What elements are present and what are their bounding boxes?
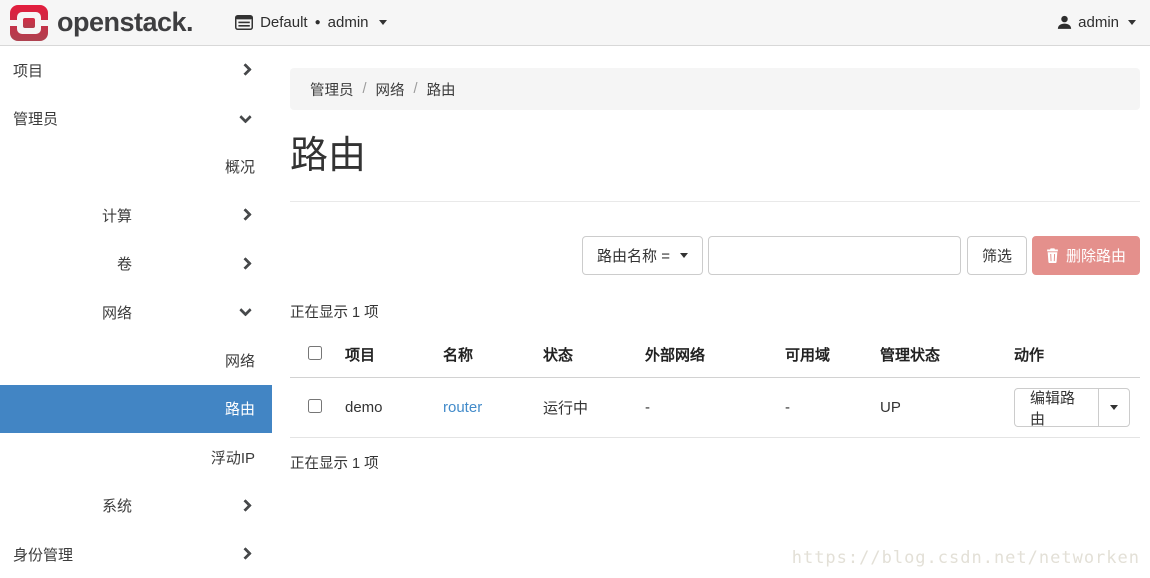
cell-status: 运行中 [533, 378, 635, 438]
column-header-external-network: 外部网络 [635, 332, 775, 378]
table-actions-row: 路由名称 = 筛选 删除路由 [290, 236, 1140, 275]
title-divider [290, 201, 1140, 202]
chevron-right-icon [239, 208, 252, 221]
table-row: demo router 运行中 - - UP 编辑路由 [290, 378, 1140, 438]
sidebar-item-compute[interactable]: 计算 [0, 191, 272, 239]
items-count-top: 正在显示 1 项 [290, 301, 1140, 322]
watermark-url: https://blog.csdn.net/networken [792, 548, 1140, 568]
chevron-down-icon [680, 253, 688, 258]
chevron-right-icon [239, 63, 252, 76]
filter-button[interactable]: 筛选 [967, 236, 1027, 275]
trash-icon [1046, 248, 1059, 263]
row-action-dropdown-toggle[interactable] [1098, 389, 1129, 426]
sidebar-item-floating-ips[interactable]: 浮动IP [0, 433, 272, 481]
sidebar-item-system[interactable]: 系统 [0, 482, 272, 530]
column-header-name: 名称 [433, 332, 533, 378]
items-count-bottom: 正在显示 1 项 [290, 452, 1140, 473]
chevron-down-icon [239, 110, 252, 123]
table-header-row: 项目 名称 状态 外部网络 可用域 管理状态 动作 [290, 332, 1140, 378]
cell-project: demo [335, 378, 433, 438]
row-checkbox[interactable] [308, 399, 322, 413]
sidebar-item-routers[interactable]: 路由 [0, 385, 272, 433]
chevron-right-icon [239, 257, 252, 270]
cell-admin-state: UP [870, 378, 1004, 438]
sidebar-item-label: 路由 [0, 398, 272, 419]
breadcrumb-admin[interactable]: 管理员 [310, 79, 354, 100]
cell-external-network: - [635, 378, 775, 438]
chevron-right-icon [239, 499, 252, 512]
sidebar-item-volumes[interactable]: 卷 [0, 240, 272, 288]
filter-field-label: 路由名称 = [597, 245, 670, 266]
sidebar-item-label: 卷 [13, 253, 216, 274]
routers-table: 项目 名称 状态 外部网络 可用域 管理状态 动作 demo router 运行… [290, 332, 1140, 438]
top-bar: openstack. Default ● admin admin [0, 0, 1150, 46]
delete-routers-button[interactable]: 删除路由 [1032, 236, 1140, 275]
sidebar-item-network-group[interactable]: 网络 [0, 288, 272, 336]
sidebar-item-label: 身份管理 [13, 544, 216, 565]
openstack-logo-icon [10, 5, 48, 41]
column-header-actions: 动作 [1004, 332, 1140, 378]
filter-field-dropdown[interactable]: 路由名称 = [582, 236, 703, 275]
delete-routers-label: 删除路由 [1066, 245, 1126, 266]
column-header-project: 项目 [335, 332, 433, 378]
chevron-right-icon [239, 547, 252, 560]
sidebar-item-label: 系统 [13, 495, 216, 516]
user-menu[interactable]: admin [1057, 14, 1136, 31]
row-action-button-group: 编辑路由 [1014, 388, 1130, 427]
sidebar-item-label: 浮动IP [0, 447, 272, 468]
domain-project-switcher[interactable]: Default ● admin [235, 14, 386, 31]
sidebar-item-label: 管理员 [13, 108, 216, 129]
breadcrumb-routers: 路由 [427, 79, 456, 100]
sidebar-item-admin[interactable]: 管理员 [0, 94, 272, 142]
list-alt-icon [235, 15, 253, 30]
select-all-checkbox[interactable] [308, 346, 322, 360]
sidebar-item-identity[interactable]: 身份管理 [0, 530, 272, 578]
page-title: 路由 [290, 134, 1140, 178]
filter-input[interactable] [708, 236, 961, 275]
sidebar-item-label: 概况 [0, 156, 272, 177]
user-icon [1057, 15, 1072, 30]
chevron-down-icon [1128, 20, 1136, 25]
main-content: 管理员 / 网络 / 路由 路由 路由名称 = 筛选 删除路由 正在显示 1 项 [290, 46, 1140, 473]
breadcrumb-separator: / [414, 81, 418, 97]
sidebar-nav: 项目 管理员 概况 计算 卷 网络 网络 路由 浮动IP 系统 身份管理 [0, 46, 272, 574]
brand[interactable]: openstack. [10, 5, 193, 41]
chevron-down-icon [379, 20, 387, 25]
column-header-status: 状态 [533, 332, 635, 378]
breadcrumb-separator: / [363, 81, 367, 97]
sidebar-item-label: 计算 [13, 205, 216, 226]
brand-wordmark: openstack. [57, 7, 193, 38]
separator-dot: ● [315, 17, 321, 28]
column-header-availability-zone: 可用域 [775, 332, 870, 378]
sidebar-item-label: 网络 [0, 350, 272, 371]
column-header-admin-state: 管理状态 [870, 332, 1004, 378]
sidebar-item-label: 网络 [13, 302, 216, 323]
user-name: admin [1078, 14, 1119, 31]
chevron-down-icon [239, 304, 252, 317]
sidebar-item-networks[interactable]: 网络 [0, 336, 272, 384]
domain-name: Default [260, 14, 308, 31]
edit-router-button[interactable]: 编辑路由 [1015, 389, 1098, 426]
sidebar-item-project[interactable]: 项目 [0, 46, 272, 94]
project-name: admin [328, 14, 369, 31]
sidebar-item-overview[interactable]: 概况 [0, 143, 272, 191]
breadcrumb: 管理员 / 网络 / 路由 [290, 68, 1140, 110]
router-name-link[interactable]: router [443, 399, 482, 416]
sidebar-item-label: 项目 [13, 60, 216, 81]
chevron-down-icon [1110, 405, 1118, 410]
breadcrumb-network[interactable]: 网络 [376, 79, 405, 100]
cell-availability-zone: - [775, 378, 870, 438]
